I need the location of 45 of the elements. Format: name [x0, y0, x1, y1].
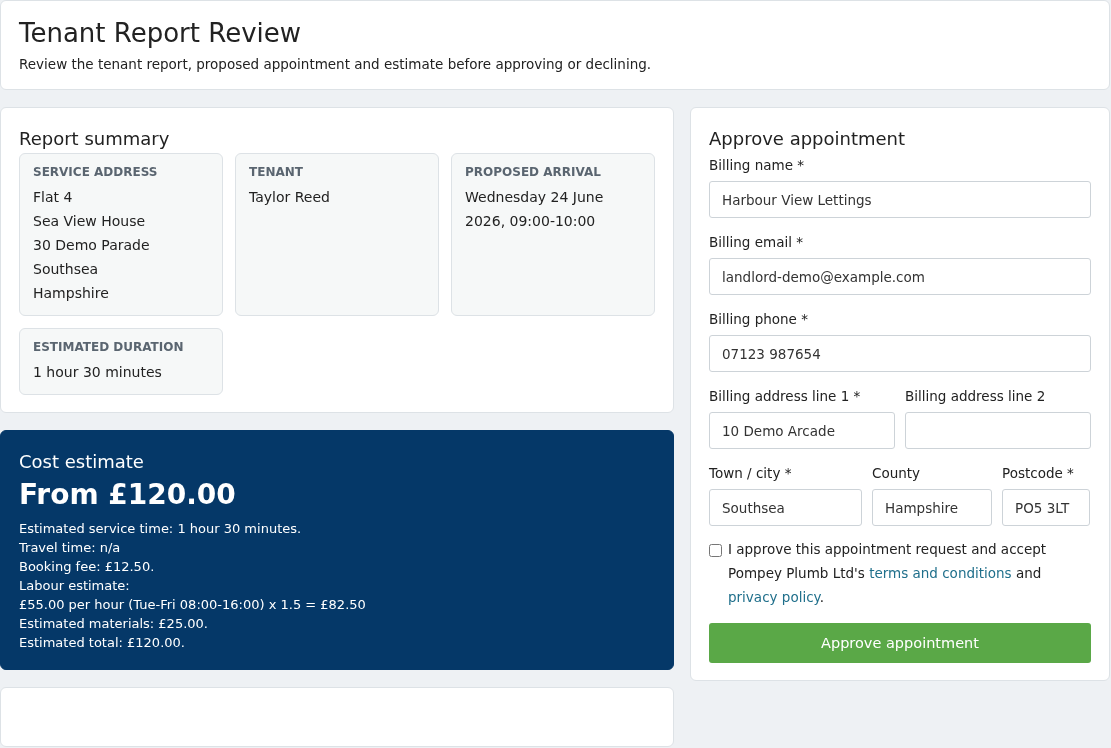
item-value: 1 hour 30 minutes — [33, 363, 163, 382]
input-field[interactable]: Harbour View Lettings — [709, 181, 1091, 218]
item-value: Hampshire — [33, 284, 110, 303]
estimate-line: Estimated service time: 1 hour 30 minutes. — [19, 520, 303, 538]
item-label: ESTIMATED DURATION — [33, 340, 185, 354]
privacy-link[interactable]: privacy policy — [728, 589, 820, 605]
field-label: Billing name * — [709, 157, 805, 173]
item-value: 30 Demo Parade — [33, 236, 151, 255]
item-value: Wednesday 24 June 2026, 09:00-10:00 — [465, 188, 605, 231]
estimate-line: Labour estimate: — [19, 577, 131, 595]
input-field[interactable]: Hampshire — [872, 489, 992, 526]
input-field[interactable]: 10 Demo Arcade — [709, 412, 895, 449]
section-title: Approve appointment — [709, 128, 907, 149]
terms-link[interactable]: terms and conditions — [869, 565, 1012, 581]
input-field[interactable]: PO5 3LT — [1002, 489, 1090, 526]
section-title: Cost estimate — [19, 451, 145, 472]
item-label: SERVICE ADDRESS — [33, 165, 159, 179]
field-label: County — [872, 465, 922, 481]
estimate-line: £55.00 per hour (Tue-Fri 08:00-16:00) x 1.5 = £82.50 — [19, 596, 367, 614]
input-field[interactable]: 07123 987654 — [709, 335, 1091, 372]
input-field[interactable] — [905, 412, 1091, 449]
estimate-line: Estimated total: £120.00. — [19, 634, 186, 652]
estimate-line: Booking fee: £12.50. — [19, 558, 156, 576]
field-label: Billing address line 2 — [905, 388, 1047, 404]
consent-text: I approve this appointment request and accept Pompey Plumb Ltd's terms and conditions and privacy policy. — [728, 540, 1048, 607]
field-label: Billing email * — [709, 234, 804, 250]
page-title: Tenant Report Review — [19, 18, 303, 48]
item-label: TENANT — [249, 165, 304, 179]
item-value: Sea View House — [33, 212, 147, 231]
estimate-line: Travel time: n/a — [19, 539, 122, 557]
estimate-total: From £120.00 — [19, 478, 237, 511]
item-value: Flat 4 — [33, 188, 74, 207]
item-label: PROPOSED ARRIVAL — [465, 165, 602, 179]
estimate-line: Estimated materials: £25.00. — [19, 615, 209, 633]
item-value: Southsea — [33, 260, 100, 279]
field-label: Postcode * — [1002, 465, 1075, 481]
item-value: Taylor Reed — [249, 188, 331, 207]
field-label: Town / city * — [709, 465, 793, 481]
field-label: Billing phone * — [709, 311, 809, 327]
consent-checkbox[interactable] — [709, 544, 722, 557]
section-title: Report summary — [19, 128, 171, 149]
field-label: Billing address line 1 * — [709, 388, 862, 404]
input-field[interactable]: landlord-demo@example.com — [709, 258, 1091, 295]
page-subtitle: Review the tenant report, proposed appointment and estimate before approving or declining. — [19, 56, 653, 72]
input-field[interactable]: Southsea — [709, 489, 862, 526]
